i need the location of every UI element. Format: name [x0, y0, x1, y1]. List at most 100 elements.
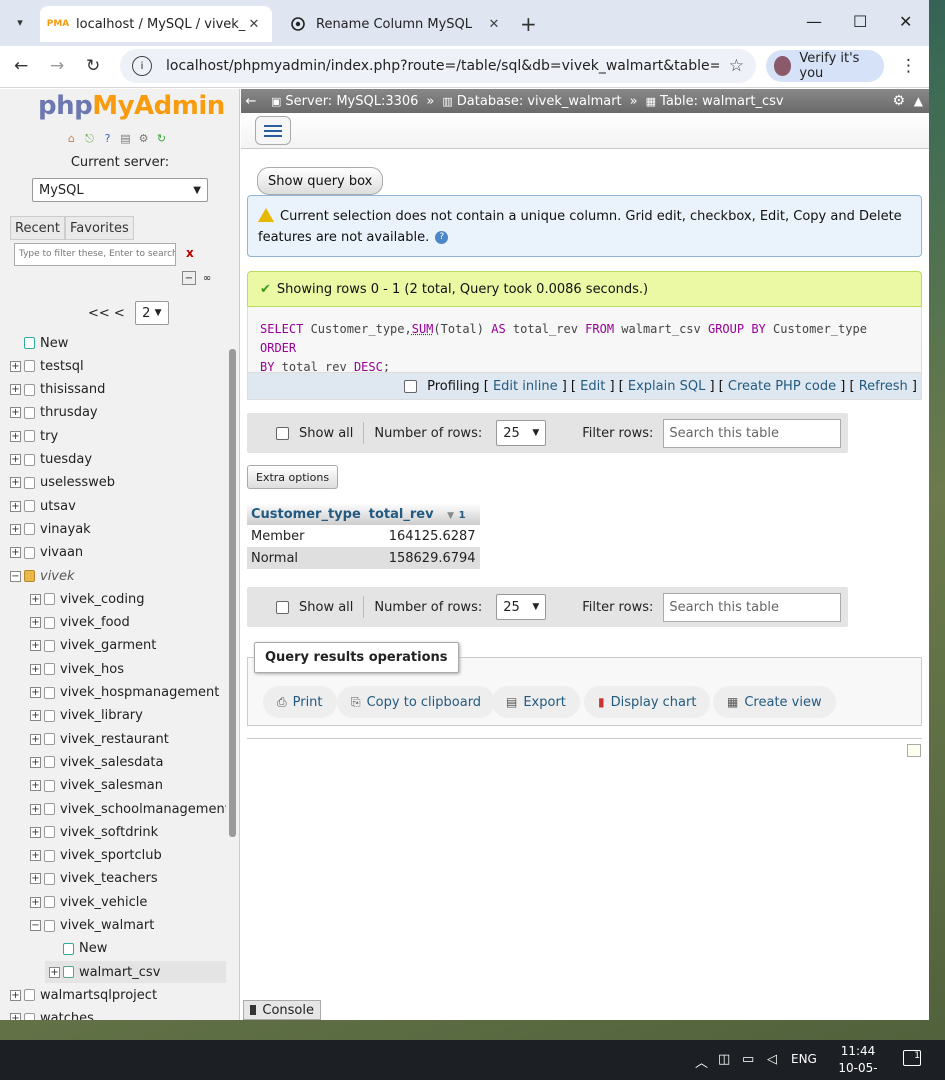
expand-node-icon[interactable]: + — [30, 663, 41, 675]
minimize-icon[interactable]: — — [806, 12, 822, 31]
expand-node-icon[interactable]: + — [10, 500, 21, 512]
tree-item[interactable]: + vivek_hospmanagement — [30, 682, 219, 704]
expand-node-icon[interactable]: + — [30, 826, 41, 838]
expand-node-icon[interactable]: + — [30, 896, 41, 908]
show-all-checkbox[interactable] — [276, 426, 289, 440]
tree-item[interactable]: − vivek — [10, 565, 75, 587]
tree-item[interactable]: + vivek_food — [30, 612, 130, 634]
sidebar-scrollbar-thumb[interactable] — [229, 349, 236, 837]
language-indicator[interactable]: ENG — [791, 1052, 817, 1066]
expand-node-icon[interactable]: + — [30, 640, 41, 652]
expand-node-icon[interactable]: + — [30, 873, 41, 885]
expand-node-icon[interactable]: + — [10, 407, 21, 419]
tree-item[interactable]: − vivek_walmart — [30, 915, 154, 937]
tree-item[interactable]: + vivek_teachers — [30, 868, 158, 890]
extra-options-button[interactable]: Extra options — [247, 465, 339, 489]
expand-node-icon[interactable]: + — [10, 384, 21, 396]
server-select[interactable]: MySQL ▼ — [32, 178, 208, 202]
tree-item[interactable]: + vivek_sportclub — [30, 845, 162, 867]
expand-node-icon[interactable]: + — [30, 803, 41, 815]
tree-item[interactable]: + watches — [10, 1008, 94, 1020]
tree-item[interactable]: + vivek_schoolmanagement — [30, 798, 230, 820]
phpmyadmin-logo[interactable]: phpMyAdmin — [38, 91, 225, 121]
system-clock[interactable]: 11:44 10-05-2025 — [826, 1043, 890, 1080]
display-chart-button[interactable]: ▮ Display chart — [584, 686, 711, 718]
tree-item[interactable]: + vivek_salesdata — [30, 751, 163, 773]
number-of-rows-select[interactable]: 25 ▼ — [496, 594, 547, 620]
close-window-icon[interactable]: ✕ — [899, 12, 912, 31]
tree-item[interactable]: + vivaan — [10, 542, 83, 564]
tree-item[interactable]: + tuesday — [10, 449, 92, 471]
home-icon[interactable]: ⌂ — [64, 131, 79, 146]
help-icon[interactable]: ? — [100, 131, 115, 146]
exit-icon[interactable]: ⎋ — [82, 131, 97, 146]
verify-profile-button[interactable]: Verify it's you — [766, 50, 884, 82]
tree-item[interactable]: + walmartsqlproject — [10, 984, 157, 1006]
expand-node-icon[interactable]: + — [30, 733, 41, 745]
expand-node-icon[interactable]: + — [10, 523, 21, 535]
recent-tab[interactable]: Recent — [10, 216, 65, 240]
print-button[interactable]: ⎙ Print — [263, 686, 337, 718]
collapse-panel-icon[interactable]: ← — [241, 94, 261, 109]
collapse-node-icon[interactable]: − — [30, 920, 41, 931]
forward-icon[interactable]: → — [50, 56, 64, 76]
new-tab-icon[interactable]: + — [520, 12, 537, 36]
profiling-checkbox[interactable] — [404, 379, 418, 393]
tree-item[interactable]: + vivek_vehicle — [30, 891, 147, 913]
expand-node-icon[interactable]: + — [10, 547, 21, 559]
column-header-total-rev[interactable]: total_rev ▼ 1 — [364, 503, 480, 525]
page-select[interactable]: 2 ▼ — [134, 301, 169, 325]
chevron-up-icon[interactable]: ︿ — [695, 1052, 708, 1071]
refresh-link[interactable]: Refresh — [859, 379, 908, 394]
edit-link[interactable]: Edit — [580, 379, 605, 394]
expand-node-icon[interactable]: + — [30, 710, 41, 722]
back-icon[interactable]: ← — [14, 56, 28, 76]
tree-item[interactable]: + vivek_softdrink — [30, 821, 158, 843]
tree-item[interactable]: + walmart_csv — [45, 961, 226, 984]
tree-item[interactable]: + thisissand — [10, 379, 105, 401]
tree-item[interactable]: + testsql — [10, 355, 84, 377]
notification-center-icon[interactable]: 1 — [903, 1050, 921, 1066]
tab-phpmyadmin[interactable]: PMA localhost / MySQL / vivek_walm ✕ — [40, 6, 272, 42]
copy-to-clipboard-button[interactable]: ⎘ Copy to clipboard — [337, 686, 496, 718]
expand-node-icon[interactable]: + — [10, 430, 21, 442]
tree-item[interactable]: + utsav — [10, 495, 76, 517]
tab-rename-column[interactable]: Rename Column MySQL ✕ — [280, 6, 512, 42]
help-icon[interactable]: ? — [435, 231, 449, 244]
create-view-button[interactable]: ▦ Create view — [713, 686, 836, 718]
expand-node-icon[interactable]: + — [30, 780, 41, 792]
collapse-all-icon[interactable]: − — [182, 271, 196, 285]
bookmark-note-icon[interactable] — [907, 744, 921, 757]
reload-icon[interactable]: ↻ — [86, 56, 100, 76]
expand-node-icon[interactable]: + — [30, 850, 41, 862]
maximize-icon[interactable]: ☐ — [853, 12, 867, 31]
tree-item[interactable]: New — [10, 332, 68, 354]
tree-item[interactable]: + vivek_salesman — [30, 775, 163, 797]
page-settings-icon[interactable]: ⚙ — [892, 93, 905, 109]
filter-rows-input[interactable]: Search this table — [663, 418, 842, 448]
tab-search-icon[interactable]: ▾ — [8, 10, 32, 34]
tree-item[interactable]: New — [49, 938, 107, 960]
previous-page-link[interactable]: << < — [88, 306, 125, 321]
column-header-customer-type[interactable]: Customer_type — [247, 503, 365, 525]
expand-node-icon[interactable]: + — [10, 1013, 21, 1020]
clear-filter-icon[interactable]: x — [186, 246, 194, 260]
settings-gear-icon[interactable]: ⚙ — [136, 131, 151, 146]
navigation-filter-input[interactable]: Type to filter these, Enter to search al… — [14, 243, 176, 266]
tree-item[interactable]: + vivek_hos — [30, 658, 124, 680]
toggle-menu-icon[interactable]: ▲ — [914, 94, 923, 108]
tree-item[interactable]: + vinayak — [10, 518, 91, 540]
tree-item[interactable]: + uselessweb — [10, 472, 115, 494]
network-icon[interactable]: ▭ — [742, 1052, 754, 1067]
favorites-tab[interactable]: Favorites — [65, 216, 134, 240]
reload-nav-icon[interactable]: ↻ — [154, 131, 169, 146]
tree-item[interactable]: + try — [10, 425, 58, 447]
tree-item[interactable]: + vivek_restaurant — [30, 728, 169, 750]
breadcrumb-database[interactable]: Database: vivek_walmart — [457, 94, 622, 109]
bookmark-star-icon[interactable]: ☆ — [729, 56, 744, 76]
tree-item[interactable]: + vivek_garment — [30, 635, 156, 657]
expand-node-icon[interactable]: + — [49, 966, 60, 978]
tree-item[interactable]: + thrusday — [10, 402, 98, 424]
site-info-icon[interactable]: i — [132, 56, 152, 76]
hamburger-menu-button[interactable] — [255, 116, 291, 145]
